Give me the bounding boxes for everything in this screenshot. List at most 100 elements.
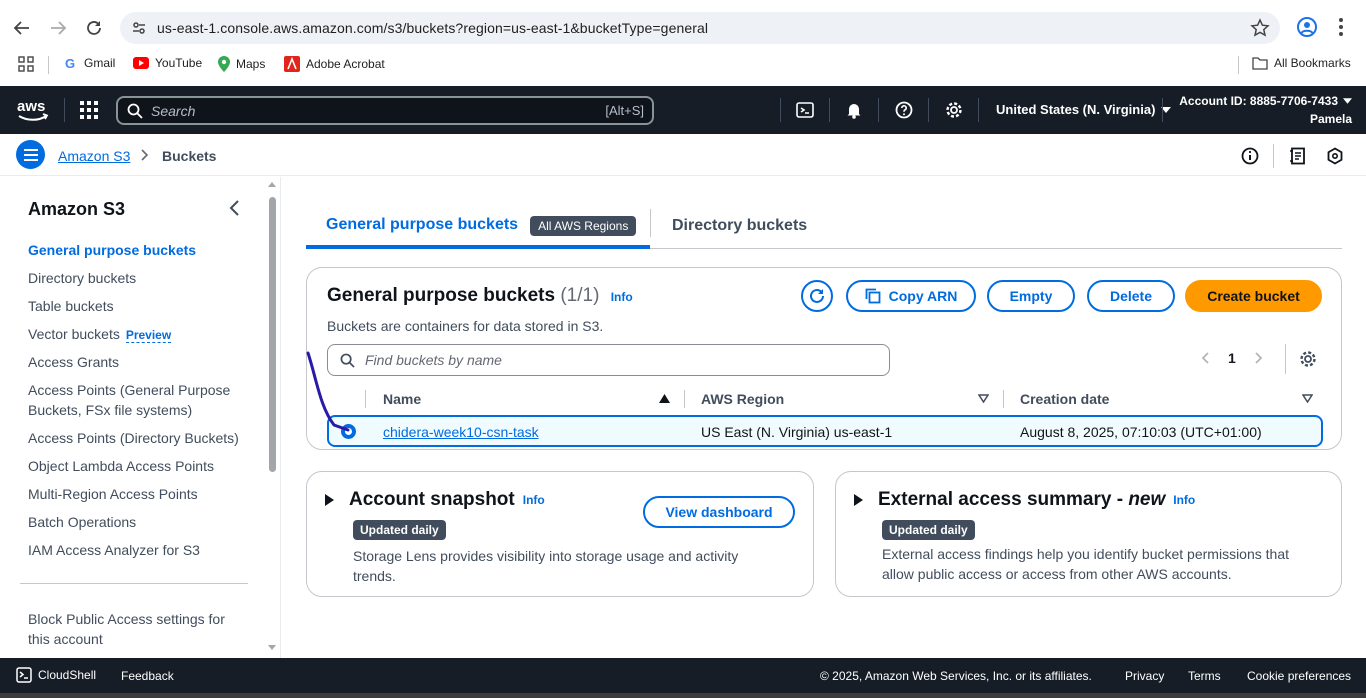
- external-access-card: External access summary - new Info Updat…: [835, 471, 1342, 597]
- menu-button[interactable]: [16, 140, 45, 169]
- sidebar-item-access-points-general[interactable]: Access Points (General Purpose Buckets, …: [28, 380, 243, 420]
- account-id-line: Account ID: 8885-7706-7433: [1179, 92, 1352, 110]
- divider: [365, 390, 366, 408]
- aws-logo[interactable]: aws: [16, 97, 50, 123]
- tab-label: General purpose buckets: [326, 216, 519, 233]
- page-number[interactable]: 1: [1228, 350, 1236, 366]
- delete-button[interactable]: Delete: [1087, 280, 1175, 312]
- bookmark-gmail[interactable]: G Gmail: [64, 56, 115, 70]
- cloudshell-icon[interactable]: [795, 100, 815, 120]
- privacy-link[interactable]: Privacy: [1125, 669, 1164, 683]
- sort-ascending-icon[interactable]: [659, 394, 670, 403]
- account-snapshot-card: Account snapshot Info Updated daily Stor…: [306, 471, 814, 597]
- info-link[interactable]: Info: [523, 493, 545, 507]
- button-label: Copy ARN: [888, 288, 958, 304]
- table-row[interactable]: chidera-week10-csn-task US East (N. Virg…: [327, 415, 1323, 447]
- sidebar-item-access-grants[interactable]: Access Grants: [28, 352, 243, 372]
- info-link[interactable]: Info: [1173, 493, 1195, 507]
- region-selector[interactable]: United States (N. Virginia): [996, 102, 1172, 117]
- bell-icon[interactable]: [844, 100, 864, 120]
- bucket-name-link[interactable]: chidera-week10-csn-task: [383, 424, 539, 440]
- apps-icon[interactable]: [18, 56, 34, 72]
- divider: [878, 98, 879, 122]
- chevron-right-icon[interactable]: [1254, 351, 1264, 365]
- bucket-count: (1/1): [560, 285, 600, 306]
- sidebar-item-table-buckets[interactable]: Table buckets: [28, 296, 243, 316]
- breadcrumb-amazon-s3[interactable]: Amazon S3: [58, 148, 130, 164]
- terms-link[interactable]: Terms: [1188, 669, 1221, 683]
- chevron-left-icon[interactable]: [1200, 351, 1210, 365]
- sort-icon[interactable]: [978, 394, 989, 403]
- scroll-up-icon[interactable]: [268, 182, 276, 187]
- sidebar-item-vector-buckets[interactable]: Vector buckets Preview: [28, 324, 243, 345]
- address-bar[interactable]: us-east-1.console.aws.amazon.com/s3/buck…: [120, 12, 1280, 44]
- divider: [64, 98, 65, 122]
- account-snapshot-header[interactable]: Account snapshot Info: [325, 489, 545, 511]
- services-menu-icon[interactable]: [80, 101, 98, 119]
- scrollbar-thumb[interactable]: [269, 197, 276, 472]
- info-link[interactable]: Info: [611, 290, 633, 304]
- column-header-creation-date[interactable]: Creation date: [1020, 391, 1109, 407]
- all-bookmarks[interactable]: All Bookmarks: [1252, 56, 1351, 70]
- caret-right-icon[interactable]: [325, 494, 334, 506]
- preview-tag[interactable]: Preview: [125, 328, 172, 343]
- sidebar-item-object-lambda[interactable]: Object Lambda Access Points: [28, 456, 243, 476]
- sidebar-item-access-points-directory[interactable]: Access Points (Directory Buckets): [28, 428, 243, 448]
- sidebar-item-batch-operations[interactable]: Batch Operations: [28, 512, 243, 532]
- chevron-left-icon[interactable]: [228, 199, 242, 217]
- youtube-icon: [133, 57, 149, 69]
- help-icon[interactable]: [894, 100, 914, 120]
- browser-menu-icon[interactable]: [1338, 16, 1344, 38]
- find-placeholder: Find buckets by name: [365, 352, 502, 368]
- reload-icon[interactable]: [80, 14, 108, 42]
- refresh-icon: [810, 288, 824, 303]
- column-header-region[interactable]: AWS Region: [701, 391, 784, 407]
- find-buckets-input[interactable]: Find buckets by name: [327, 344, 890, 376]
- region-label: United States (N. Virginia): [996, 102, 1156, 117]
- sidebar-item-multi-region[interactable]: Multi-Region Access Points: [28, 484, 243, 504]
- aws-search-input[interactable]: Search [Alt+S]: [116, 96, 654, 125]
- all-bookmarks-label: All Bookmarks: [1274, 56, 1351, 70]
- column-header-name[interactable]: Name: [383, 391, 421, 407]
- chevron-right-icon: [140, 148, 150, 162]
- sidebar-item-directory-buckets[interactable]: Directory buckets: [28, 268, 243, 288]
- security-hex-icon[interactable]: [1325, 146, 1345, 166]
- view-dashboard-button[interactable]: View dashboard: [643, 496, 795, 528]
- back-icon[interactable]: [8, 14, 36, 42]
- caret-right-icon[interactable]: [854, 494, 863, 506]
- bookmark-youtube[interactable]: YouTube: [133, 56, 202, 70]
- site-info-icon[interactable]: [129, 18, 149, 38]
- google-icon: G: [65, 56, 75, 70]
- external-access-header[interactable]: External access summary - new Info: [854, 489, 1195, 511]
- copy-arn-button[interactable]: Copy ARN: [846, 280, 976, 312]
- forward-icon[interactable]: [44, 14, 72, 42]
- bucket-region: US East (N. Virginia) us-east-1: [701, 424, 893, 440]
- sidebar-item-iam-access-analyzer[interactable]: IAM Access Analyzer for S3: [28, 540, 243, 560]
- sidebar-item-general-purpose-buckets[interactable]: General purpose buckets: [28, 240, 243, 260]
- scroll-down-icon[interactable]: [268, 645, 276, 650]
- feedback-link[interactable]: Feedback: [121, 669, 174, 683]
- settings-icon[interactable]: [944, 100, 964, 120]
- card-description: Storage Lens provides visibility into st…: [353, 548, 739, 584]
- table-settings-icon[interactable]: [1299, 350, 1317, 368]
- bookmark-maps[interactable]: Maps: [218, 56, 265, 72]
- sidebar-item-block-public-access[interactable]: Block Public Access settings for this ac…: [28, 609, 238, 649]
- profile-icon[interactable]: [1296, 16, 1318, 38]
- divider: [1238, 56, 1239, 74]
- cookie-preferences-link[interactable]: Cookie preferences: [1247, 669, 1351, 683]
- info-panel-icon[interactable]: [1240, 146, 1260, 166]
- sort-icon[interactable]: [1302, 394, 1313, 403]
- account-menu[interactable]: Account ID: 8885-7706-7433 Pamela: [1179, 92, 1352, 128]
- cloudshell-button[interactable]: CloudShell: [16, 667, 96, 683]
- tab-general-purpose-buckets[interactable]: General purpose buckets All AWS Regions: [306, 207, 650, 249]
- refresh-button[interactable]: [801, 280, 833, 312]
- empty-button[interactable]: Empty: [987, 280, 1075, 312]
- bookmark-star-icon[interactable]: [1250, 18, 1270, 38]
- bookmark-adobe[interactable]: Adobe Acrobat: [284, 56, 385, 72]
- create-bucket-button[interactable]: Create bucket: [1185, 280, 1322, 312]
- bucket-creation-date: August 8, 2025, 07:10:03 (UTC+01:00): [1020, 424, 1262, 440]
- url-text[interactable]: us-east-1.console.aws.amazon.com/s3/buck…: [157, 20, 708, 36]
- browser-chrome: us-east-1.console.aws.amazon.com/s3/buck…: [0, 0, 1366, 86]
- tab-directory-buckets[interactable]: Directory buckets: [672, 217, 807, 235]
- notes-icon[interactable]: [1288, 146, 1308, 166]
